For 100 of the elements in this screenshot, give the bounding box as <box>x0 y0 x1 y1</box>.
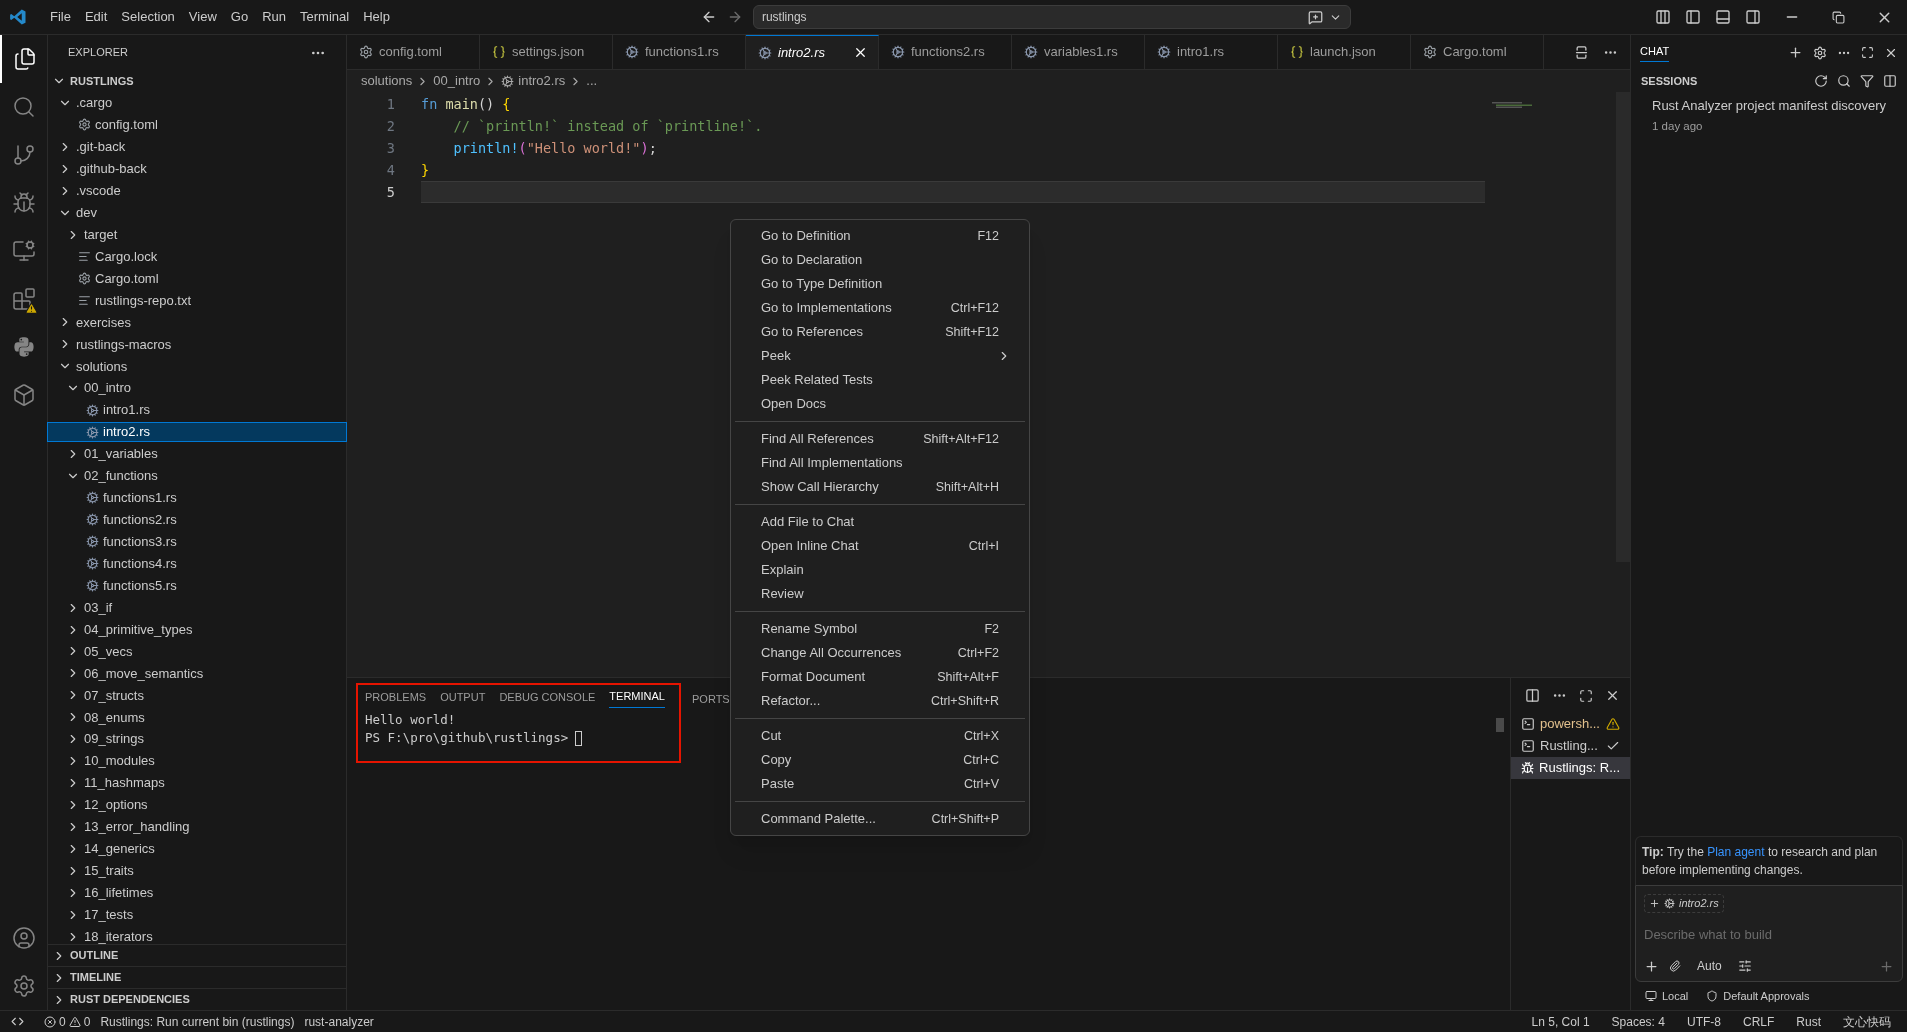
warning-count[interactable]: 0 <box>83 1012 91 1031</box>
tree-item[interactable]: solutions <box>48 357 346 376</box>
tree-item[interactable]: 09_strings <box>48 730 346 749</box>
menu-item[interactable]: Go to References Shift+F12 <box>731 320 1029 344</box>
breadcrumb-item[interactable]: 00_intro <box>433 71 481 91</box>
menu-item[interactable]: File <box>43 7 78 27</box>
tree-item[interactable]: 06_move_semantics <box>48 664 346 683</box>
tree-item[interactable]: 13_error_handling <box>48 817 346 836</box>
editor-tab[interactable]: Cargo.toml <box>1411 35 1544 69</box>
tree-item[interactable]: intro2.rs <box>48 423 346 442</box>
remote-icon[interactable] <box>10 1015 24 1028</box>
editor-tab[interactable]: functions2.rs <box>879 35 1012 69</box>
menu-item[interactable]: Go to Implementations Ctrl+F12 <box>731 296 1029 320</box>
menu-item[interactable]: Run <box>255 7 293 27</box>
split-editor-icon[interactable] <box>1574 44 1589 60</box>
menu-item[interactable]: Open Docs <box>731 392 1029 416</box>
menu-item[interactable]: Paste Ctrl+V <box>731 772 1029 796</box>
status-item[interactable]: Rust <box>1790 1012 1827 1031</box>
chat-icon[interactable] <box>1307 9 1323 25</box>
breadcrumb-item[interactable]: ... <box>586 71 598 91</box>
sliders-icon[interactable] <box>1737 959 1752 973</box>
tree-item[interactable]: .vscode <box>48 181 346 200</box>
tree-item[interactable]: config.toml <box>48 115 346 134</box>
tree-item[interactable]: exercises <box>48 313 346 332</box>
tree-item[interactable]: 01_variables <box>48 445 346 463</box>
section-header[interactable]: TIMELINE <box>48 966 346 988</box>
tree-item[interactable]: functions5.rs <box>48 576 346 595</box>
section-header[interactable]: OUTLINE <box>48 944 346 966</box>
menu-item[interactable]: Go to Declaration <box>731 248 1029 272</box>
terminal-list-item[interactable]: Rustling... <box>1511 735 1630 757</box>
paperclip-icon[interactable] <box>1669 960 1681 972</box>
warning-icon[interactable] <box>68 1015 81 1028</box>
menu-item[interactable]: Add File to Chat <box>731 510 1029 534</box>
editor-tab[interactable]: config.toml <box>347 35 480 69</box>
plus-icon[interactable] <box>1644 958 1659 974</box>
panel-tab[interactable]: TERMINAL <box>609 688 665 708</box>
tree-item[interactable]: 12_options <box>48 796 346 814</box>
secondary-sidebar-toggle-icon[interactable] <box>1745 9 1761 25</box>
tree-item[interactable]: 11_hashmaps <box>48 774 346 793</box>
split-terminal-icon[interactable] <box>1525 688 1540 703</box>
tree-item[interactable]: 00_intro <box>48 379 346 398</box>
tree-item[interactable]: 07_structs <box>48 686 346 705</box>
menu-item[interactable]: Show Call Hierarchy Shift+Alt+H <box>731 475 1029 499</box>
tree-item[interactable]: 17_tests <box>48 905 346 924</box>
attachment-chip[interactable]: intro2.rs <box>1644 894 1724 913</box>
menu-item[interactable]: Explain <box>731 558 1029 582</box>
menu-item[interactable]: Change All Occurrences Ctrl+F2 <box>731 641 1029 665</box>
restore-icon[interactable] <box>1831 10 1845 24</box>
menu-item[interactable]: Go to Definition F12 <box>731 224 1029 248</box>
menu-item[interactable]: Go <box>223 7 256 27</box>
tree-item[interactable]: intro1.rs <box>48 401 346 420</box>
approvals-picker[interactable]: Default Approvals <box>1706 987 1810 1005</box>
editor-tab[interactable]: variables1.rs <box>1012 35 1145 69</box>
tree-item[interactable]: .github-back <box>48 159 346 178</box>
sidebar-toggle-icon[interactable] <box>1685 9 1701 25</box>
menu-item[interactable]: Go to Type Definition <box>731 272 1029 296</box>
close-icon[interactable] <box>853 45 868 60</box>
filter-icon[interactable] <box>1860 74 1874 88</box>
tree-item[interactable]: functions1.rs <box>48 488 346 507</box>
prompt-field[interactable]: Describe what to build <box>1644 923 1894 945</box>
breadcrumb-item[interactable]: solutions <box>361 71 413 91</box>
tree-item[interactable]: functions4.rs <box>48 554 346 573</box>
tree-item[interactable]: 16_lifetimes <box>48 883 346 902</box>
tree-item[interactable]: 03_if <box>48 598 346 617</box>
tree-item[interactable]: .git-back <box>48 137 346 156</box>
tree-item[interactable]: 15_traits <box>48 861 346 880</box>
menu-item[interactable]: Cut Ctrl+X <box>731 724 1029 748</box>
menu-item[interactable]: Find All Implementations <box>731 451 1029 475</box>
menu-item[interactable]: Copy Ctrl+C <box>731 748 1029 772</box>
tree-item[interactable]: functions2.rs <box>48 510 346 529</box>
status-item[interactable]: CRLF <box>1736 1012 1781 1031</box>
maximize-icon[interactable] <box>1579 688 1593 703</box>
editor-tab[interactable]: intro1.rs <box>1145 35 1278 69</box>
panel-tab[interactable]: OUTPUT <box>440 688 486 708</box>
editor-tab[interactable]: intro2.rs <box>746 35 879 69</box>
tree-item[interactable]: rustlings-macros <box>48 335 346 354</box>
split-icon[interactable] <box>1883 74 1897 88</box>
search-icon[interactable] <box>1837 74 1851 88</box>
tree-item[interactable]: .cargo <box>48 94 346 112</box>
language-server-status[interactable]: rust-analyzer <box>304 1012 374 1031</box>
tree-item[interactable]: Cargo.lock <box>48 247 346 266</box>
menu-item[interactable]: Refactor... Ctrl+Shift+R <box>731 689 1029 713</box>
tree-item[interactable]: 08_enums <box>48 708 346 727</box>
menu-item[interactable]: View <box>181 7 224 27</box>
editor-tab[interactable]: launch.json <box>1278 35 1411 69</box>
tree-item[interactable]: 04_primitive_types <box>48 620 346 639</box>
menu-item[interactable]: Review <box>731 582 1029 606</box>
menu-item[interactable]: Peek <box>731 344 1029 368</box>
refresh-icon[interactable] <box>1814 74 1828 88</box>
status-item[interactable]: UTF-8 <box>1680 1012 1727 1031</box>
menu-item[interactable]: Terminal <box>293 7 357 27</box>
close-icon[interactable] <box>1605 688 1620 703</box>
breadcrumb-item[interactable]: intro2.rs <box>518 71 566 91</box>
status-item[interactable]: Ln 5, Col 1 <box>1525 1012 1596 1031</box>
tree-item[interactable]: 14_generics <box>48 839 346 858</box>
search-field[interactable]: rustlings <box>752 5 1351 29</box>
chat-input[interactable]: intro2.rs Describe what to build Auto <box>1635 885 1903 982</box>
folder-heading[interactable]: RUSTLINGS <box>70 72 134 90</box>
chat-tab[interactable]: CHAT <box>1640 42 1670 63</box>
tree-item[interactable]: 05_vecs <box>48 642 346 661</box>
